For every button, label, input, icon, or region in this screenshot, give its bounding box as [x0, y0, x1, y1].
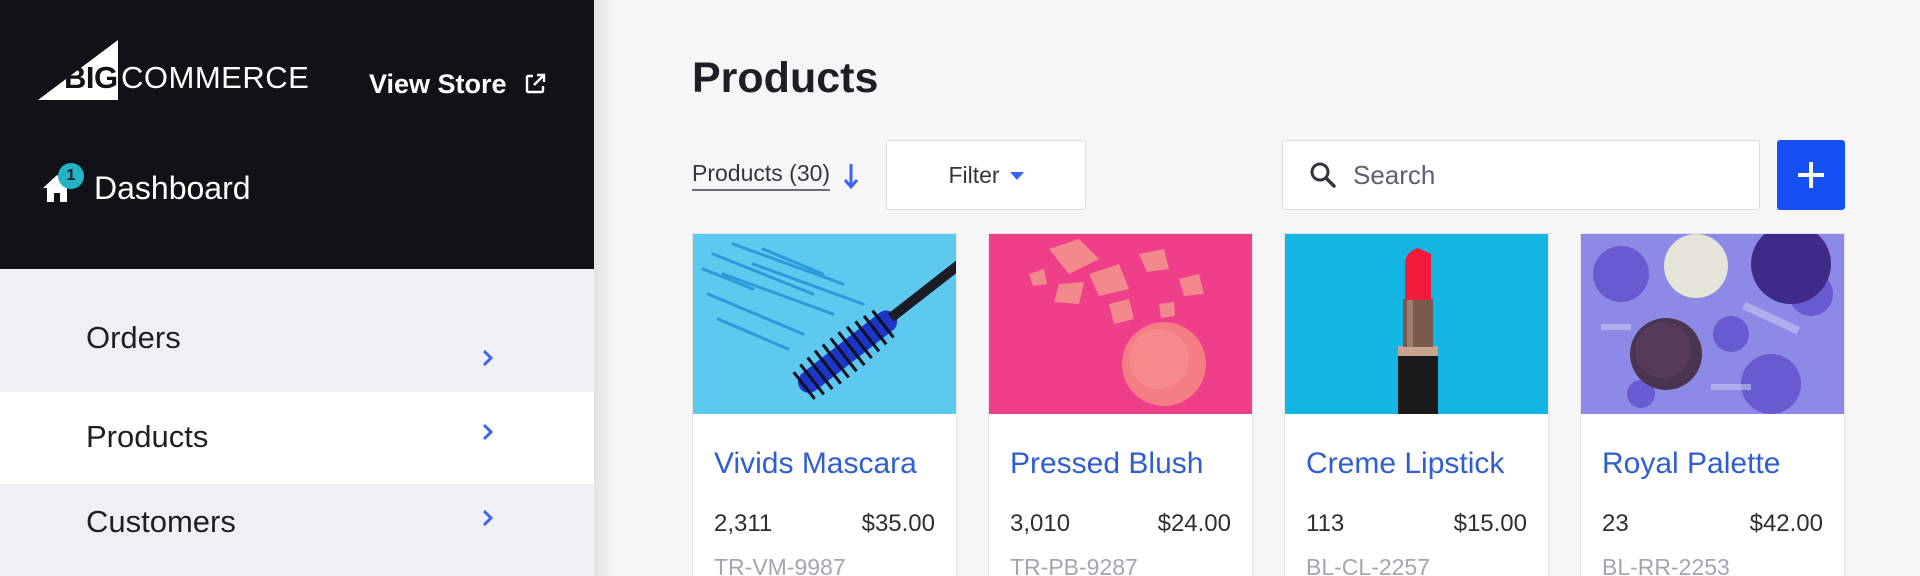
filter-button[interactable]: Filter — [886, 140, 1086, 210]
product-price: $42.00 — [1749, 510, 1823, 537]
view-store-label: View Store — [369, 68, 507, 99]
chevron-right-icon — [482, 349, 494, 367]
product-quantity: 113 — [1306, 510, 1345, 537]
add-product-button[interactable] — [1777, 140, 1845, 210]
product-sku: TR-VM-9987 — [714, 554, 846, 576]
product-card[interactable]: Vivids Mascara 2,311 $35.00 TR-VM-9987 — [692, 233, 957, 576]
product-name-link[interactable]: Vivids Mascara — [714, 447, 917, 481]
product-sku: TR-PB-9287 — [1010, 554, 1138, 576]
home-icon: 1 — [40, 163, 84, 205]
sidebar-item-label: Customers — [86, 504, 236, 539]
bigcommerce-logo[interactable]: BIG COMMERCE — [38, 40, 310, 102]
product-name-link[interactable]: Royal Palette — [1602, 447, 1780, 481]
sidebar: BIG COMMERCE View Store 1 Dashboard Orde… — [0, 0, 616, 576]
filter-label: Filter — [948, 161, 1000, 188]
chevron-right-icon — [482, 509, 494, 527]
chevron-right-icon — [482, 423, 494, 441]
logo-big-text: BIG — [64, 60, 118, 95]
notification-badge: 1 — [58, 163, 84, 189]
sidebar-item-label: Products — [86, 419, 209, 454]
sidebar-header: BIG COMMERCE View Store 1 Dashboard — [0, 0, 594, 269]
product-card[interactable]: Creme Lipstick 113 $15.00 BL-CL-2257 — [1284, 233, 1549, 576]
search-icon — [1310, 162, 1336, 188]
sidebar-item-orders[interactable]: Orders — [0, 292, 594, 384]
product-image-palette[interactable] — [1581, 234, 1844, 414]
product-price: $15.00 — [1453, 510, 1527, 537]
sidebar-item-label: Orders — [86, 320, 181, 355]
product-quantity: 2,311 — [714, 510, 773, 537]
product-name-link[interactable]: Pressed Blush — [1010, 447, 1203, 481]
dashboard-label: Dashboard — [94, 169, 251, 206]
caret-down-icon — [1009, 172, 1024, 180]
product-quantity: 23 — [1602, 510, 1629, 537]
search-box[interactable] — [1282, 140, 1760, 210]
page-title: Products — [692, 54, 879, 102]
dashboard-link[interactable]: 1 Dashboard — [40, 160, 251, 216]
sidebar-item-products[interactable]: Products — [0, 392, 594, 484]
product-price: $24.00 — [1157, 510, 1231, 537]
product-name-link[interactable]: Creme Lipstick — [1306, 447, 1504, 481]
product-card[interactable]: Pressed Blush 3,010 $24.00 TR-PB-9287 — [988, 233, 1253, 576]
product-card[interactable]: Royal Palette 23 $42.00 BL-RR-2253 — [1580, 233, 1845, 576]
plus-icon — [1798, 162, 1824, 188]
product-sku: BL-CL-2257 — [1306, 554, 1431, 576]
sort-control[interactable]: Products (30) — [692, 160, 860, 191]
arrow-down-icon[interactable] — [842, 161, 860, 191]
product-image-mascara[interactable] — [693, 234, 956, 414]
product-price: $35.00 — [861, 510, 935, 537]
products-count-sort[interactable]: Products (30) — [692, 160, 831, 191]
product-sku: BL-RR-2253 — [1602, 554, 1730, 576]
search-input[interactable] — [1353, 159, 1733, 191]
sidebar-item-customers[interactable]: Customers — [0, 484, 594, 576]
view-store-link[interactable]: View Store — [369, 64, 547, 104]
logo-commerce-text: COMMERCE — [121, 60, 310, 95]
product-quantity: 3,010 — [1010, 510, 1071, 537]
product-image-lipstick[interactable] — [1285, 234, 1548, 414]
product-image-blush[interactable] — [989, 234, 1252, 414]
external-link-icon — [525, 73, 545, 94]
